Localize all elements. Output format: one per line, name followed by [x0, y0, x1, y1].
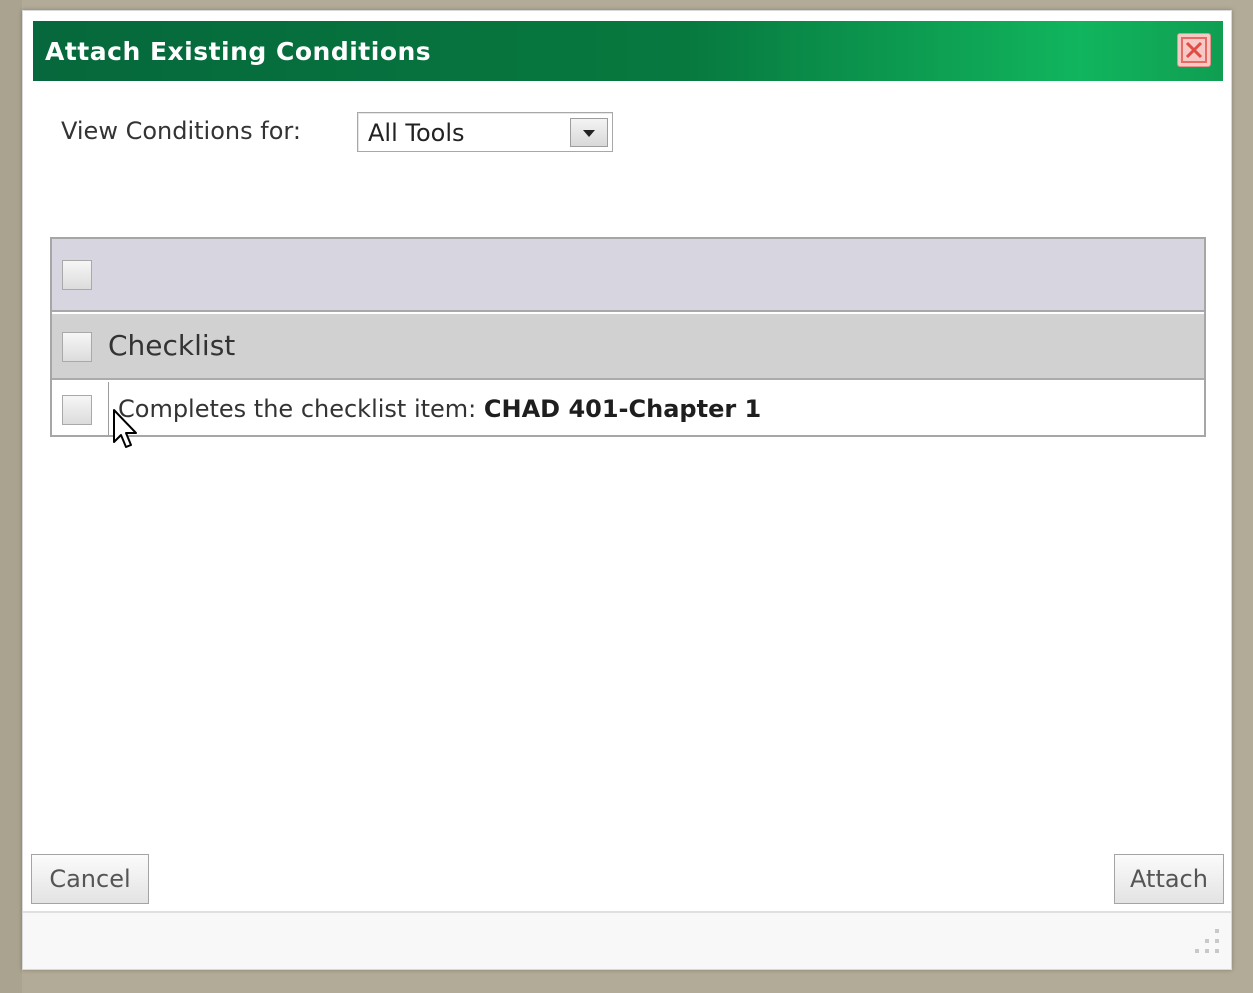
- table-row: Completes the checklist item: CHAD 401-C…: [52, 382, 1204, 435]
- group-label: Checklist: [108, 329, 236, 362]
- dialog-titlebar[interactable]: Attach Existing Conditions: [33, 21, 1223, 81]
- column-divider: [108, 382, 109, 435]
- dialog-footer: [23, 911, 1231, 969]
- condition-item-name: CHAD 401-Chapter 1: [483, 395, 762, 423]
- table-header-row: [52, 239, 1204, 312]
- tool-filter-value: All Tools: [368, 119, 465, 147]
- dialog-title: Attach Existing Conditions: [45, 37, 432, 66]
- dropdown-button[interactable]: [570, 118, 608, 147]
- close-icon: [1181, 37, 1207, 63]
- attach-button[interactable]: Attach: [1114, 854, 1224, 904]
- view-conditions-label: View Conditions for:: [61, 117, 301, 145]
- condition-prefix: Completes the checklist item:: [118, 395, 484, 423]
- condition-description: Completes the checklist item: CHAD 401-C…: [118, 395, 761, 423]
- group-row-checklist: Checklist: [52, 314, 1204, 380]
- resize-grip-icon[interactable]: [1185, 923, 1225, 963]
- select-all-checkbox[interactable]: [62, 260, 92, 290]
- cancel-button[interactable]: Cancel: [31, 854, 149, 904]
- row-checkbox[interactable]: [62, 395, 92, 425]
- backdrop-edge: [0, 0, 22, 993]
- chevron-down-icon: [583, 130, 595, 137]
- tool-filter-select[interactable]: All Tools: [357, 112, 613, 152]
- conditions-table: Checklist Completes the checklist item: …: [50, 237, 1206, 437]
- close-button[interactable]: [1177, 33, 1211, 67]
- mouse-cursor-icon: [113, 409, 137, 448]
- attach-conditions-dialog: Attach Existing Conditions View Conditio…: [22, 10, 1232, 970]
- group-checkbox[interactable]: [62, 332, 92, 362]
